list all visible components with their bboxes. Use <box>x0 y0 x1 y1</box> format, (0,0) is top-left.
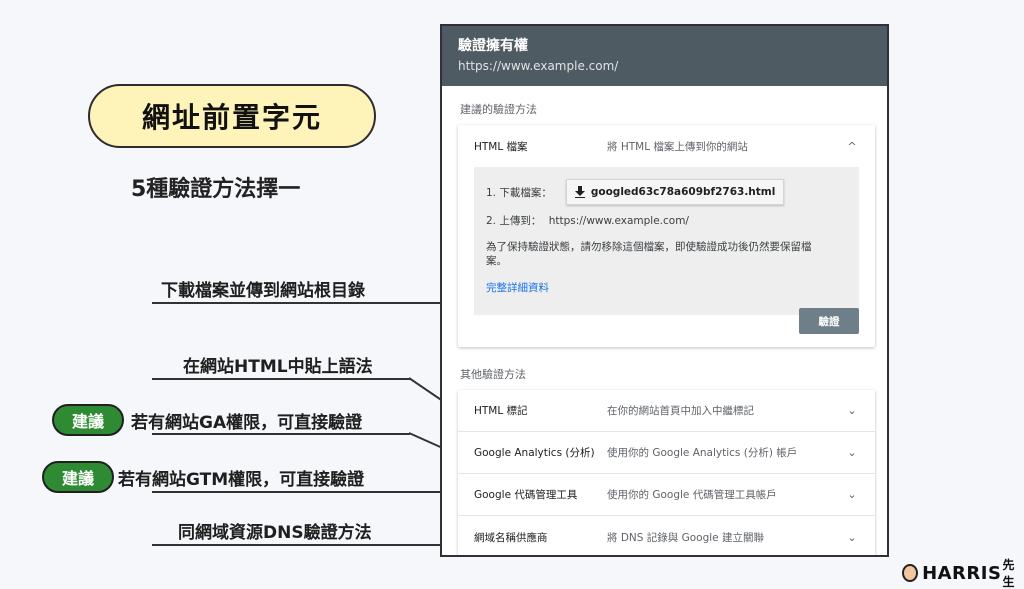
method-row-tag-manager[interactable]: Google 代碼管理工具 使用你的 Google 代碼管理工具帳戶 ⌄ <box>458 474 875 516</box>
html-file-details: 1. 下載檔案： googled63c78a609bf2763.html 2. … <box>474 167 859 316</box>
annotation-line <box>152 433 410 435</box>
chevron-down-icon[interactable]: ⌄ <box>845 446 859 459</box>
method-row-google-analytics[interactable]: Google Analytics (分析) 使用你的 Google Analyt… <box>458 432 875 474</box>
recommended-badge: 建議 <box>52 404 124 436</box>
download-icon <box>574 186 585 198</box>
method-row-domain-provider[interactable]: 網域名稱供應商 將 DNS 記錄與 Google 建立關聯 ⌄ <box>458 516 875 555</box>
avatar-icon <box>902 564 919 582</box>
method-name: HTML 檔案 <box>474 140 528 153</box>
page-title: 網址前置字元 <box>88 84 376 148</box>
file-name: googled63c78a609bf2763.html <box>590 186 776 198</box>
method-desc: 使用你的 Google Analytics (分析) 帳戶 <box>607 447 798 459</box>
method-name: HTML 標記 <box>474 405 528 417</box>
chevron-down-icon[interactable]: ⌄ <box>845 404 859 417</box>
chevron-down-icon[interactable]: ⌄ <box>845 531 859 544</box>
chevron-up-icon[interactable]: ^ <box>845 140 859 153</box>
step1-label: 1. 下載檔案： <box>486 186 552 199</box>
recommended-methods-label: 建議的驗證方法 <box>460 103 537 116</box>
annotation-ga: 若有網站GA權限，可直接驗證 <box>131 413 363 433</box>
method-desc: 將 HTML 檔案上傳到你的網站 <box>607 140 748 153</box>
annotation-line <box>152 302 456 304</box>
other-methods-card: HTML 標記 在你的網站首頁中加入中繼標記 ⌄ Google Analytic… <box>458 390 875 555</box>
step2-url: https://www.example.com/ <box>548 215 689 227</box>
brand-logo: HARRIS 先生 <box>902 556 1024 589</box>
method-desc: 使用你的 Google 代碼管理工具帳戶 <box>607 489 777 501</box>
logo-text: HARRIS <box>922 562 1002 584</box>
method-row-html-tag[interactable]: HTML 標記 在你的網站首頁中加入中繼標記 ⌄ <box>458 390 875 432</box>
verify-button[interactable]: 驗證 <box>799 308 859 334</box>
panel-title: 驗證擁有權 <box>458 38 528 54</box>
html-file-header[interactable]: HTML 檔案 將 HTML 檔案上傳到你的網站 ^ <box>458 125 875 167</box>
method-name: Google 代碼管理工具 <box>474 489 578 501</box>
method-desc: 將 DNS 記錄與 Google 建立關聯 <box>607 531 764 544</box>
verify-ownership-panel: 驗證擁有權 https://www.example.com/ 建議的驗證方法 H… <box>440 24 889 557</box>
keep-file-note: 為了保持驗證狀態，請勿移除這個檔案，即使驗證成功後仍然要保留檔案。 <box>486 241 812 268</box>
annotation-line <box>152 378 410 380</box>
logo-suffix: 先生 <box>1002 558 1015 589</box>
step2-label: 2. 上傳到： <box>486 215 542 227</box>
download-file-button[interactable]: googled63c78a609bf2763.html <box>565 179 785 205</box>
details-link[interactable]: 完整詳細資料 <box>486 280 847 295</box>
annotation-line <box>152 544 456 546</box>
other-methods-label: 其他驗證方法 <box>460 368 526 381</box>
method-name: 網域名稱供應商 <box>474 531 548 544</box>
annotation-line <box>152 491 456 493</box>
step2: 2. 上傳到： https://www.example.com/ <box>486 213 847 228</box>
annotation-html-file: 下載檔案並傳到網站根目錄 <box>161 281 365 301</box>
property-url: https://www.example.com/ <box>458 59 619 73</box>
html-file-card: HTML 檔案 將 HTML 檔案上傳到你的網站 ^ 1. 下載檔案： goog… <box>458 125 875 347</box>
recommended-badge: 建議 <box>42 461 114 493</box>
chevron-down-icon[interactable]: ⌄ <box>845 488 859 501</box>
method-name: Google Analytics (分析) <box>474 447 595 459</box>
page-subtitle: 5種驗證方法擇一 <box>131 177 301 202</box>
annotation-gtm: 若有網站GTM權限，可直接驗證 <box>118 470 365 490</box>
annotation-html-tag: 在網站HTML中貼上語法 <box>183 357 373 377</box>
method-desc: 在你的網站首頁中加入中繼標記 <box>607 405 754 417</box>
panel-header: 驗證擁有權 https://www.example.com/ <box>442 26 887 86</box>
annotation-dns: 同網域資源DNS驗證方法 <box>178 523 372 543</box>
